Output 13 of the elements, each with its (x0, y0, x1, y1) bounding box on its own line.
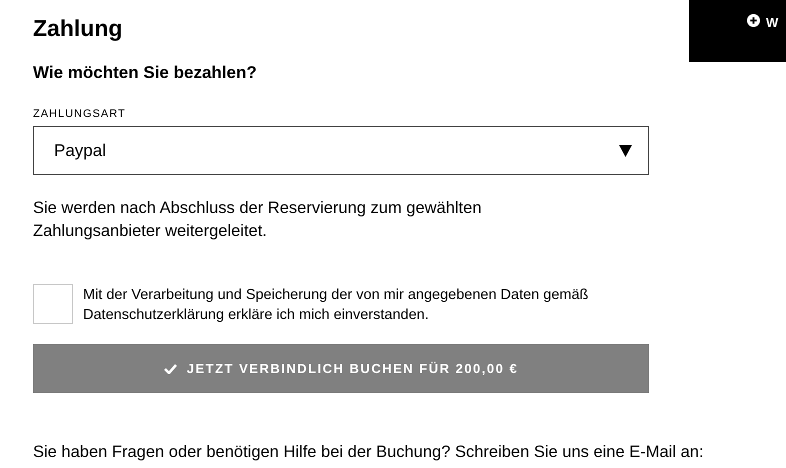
book-button[interactable]: JETZT VERBINDLICH BUCHEN FÜR 200,00 € (33, 344, 649, 393)
consent-text: Mit der Verarbeitung und Speicherung der von mir angegebenen Daten gemäß Datenschutzerklärung erkläre ich mich einverstanden. (83, 286, 590, 325)
corner-button[interactable]: W (689, 0, 786, 62)
checkmark-icon (164, 363, 177, 374)
field-label: ZAHLUNGSART (33, 107, 126, 121)
redirect-note: Sie werden nach Abschluss der Reservierung zum gewählten Zahlungsanbieter weitergeleitet. (33, 198, 482, 242)
payment-select[interactable]: Paypal (33, 126, 649, 175)
dropdown-caret-icon (619, 144, 632, 156)
section-heading: Wie möchten Sie bezahlen? (33, 62, 258, 84)
page-heading: Zahlung (33, 14, 124, 42)
help-text: Sie haben Fragen oder benötigen Hilfe bei der Buchung? Schreiben Sie uns eine E-Mail an: (33, 443, 704, 462)
plus-circle-icon (747, 14, 760, 27)
consent-checkbox[interactable] (33, 284, 73, 324)
